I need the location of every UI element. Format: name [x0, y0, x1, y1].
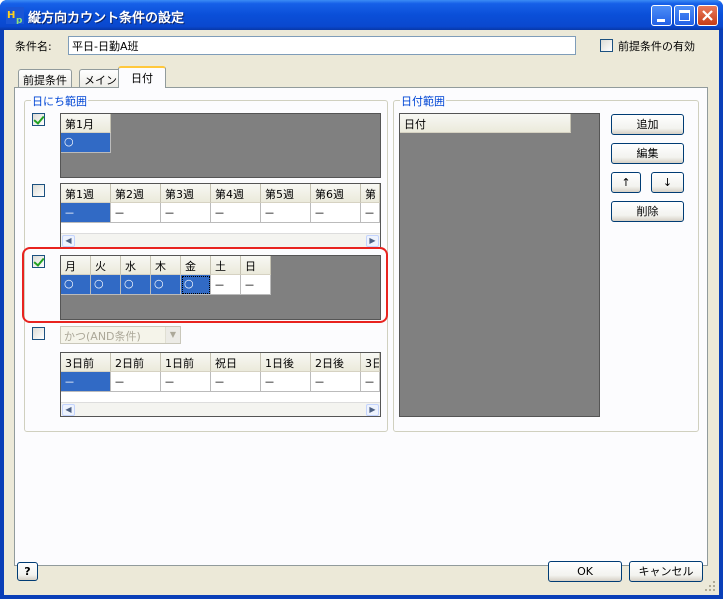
relative-header: 1日前: [161, 353, 211, 372]
week-header: 第2週: [111, 184, 161, 203]
relative-grid-filler: [61, 392, 380, 402]
delete-button[interactable]: 削除: [611, 201, 684, 222]
tab-main[interactable]: メイン: [79, 69, 122, 88]
month-checkbox[interactable]: [32, 113, 45, 126]
relative-cell[interactable]: －: [161, 372, 211, 392]
edit-button[interactable]: 編集: [611, 143, 684, 164]
week-cell[interactable]: －: [111, 203, 161, 223]
week-checkbox[interactable]: [32, 184, 45, 197]
month-cell[interactable]: ○: [61, 133, 111, 153]
week-header: 第6週: [311, 184, 361, 203]
title-bar[interactable]: H p 縦方向カウント条件の設定: [0, 0, 723, 30]
and-or-combo[interactable]: かつ(AND条件) ▼: [60, 326, 181, 344]
ok-button[interactable]: OK: [548, 561, 622, 582]
relative-cell[interactable]: －: [61, 372, 111, 392]
week-cell[interactable]: －: [61, 203, 111, 223]
condition-name-input[interactable]: 平日-日勤A班: [68, 36, 576, 55]
minimize-icon: [657, 19, 665, 22]
tab-date[interactable]: 日付: [118, 66, 166, 88]
dialog-window: H p 縦方向カウント条件の設定 条件名: 平日-日勤A班 前提条件の有効 前提…: [0, 0, 723, 599]
scroll-right-icon[interactable]: ▶: [366, 404, 379, 416]
close-button[interactable]: [697, 5, 718, 26]
relative-grid-scrollbar[interactable]: ◀ ▶: [61, 402, 380, 416]
week-cell[interactable]: －: [261, 203, 311, 223]
svg-text:p: p: [16, 16, 23, 24]
minimize-button[interactable]: [651, 5, 672, 26]
week-grid: 第1週 第2週 第3週 第4週 第5週 第6週 第 － － － － － － － …: [60, 183, 381, 248]
date-list-group-title: 日付範囲: [400, 93, 446, 109]
move-up-button[interactable]: ↑: [611, 172, 641, 193]
date-list[interactable]: 日付: [399, 113, 600, 417]
relative-cell[interactable]: －: [261, 372, 311, 392]
help-button[interactable]: ?: [17, 562, 38, 581]
week-cell[interactable]: －: [161, 203, 211, 223]
relative-header: 3日前: [61, 353, 111, 372]
relative-cell[interactable]: －: [361, 372, 380, 392]
scroll-right-icon[interactable]: ▶: [366, 235, 379, 247]
tab-panel-date: 日にち範囲 第1月 ○ 第1週 第2週 第3週 第4週 第5週 第6週 第 － …: [14, 87, 708, 566]
prereq-enabled-checkbox[interactable]: [600, 39, 613, 52]
month-header: 第1月: [61, 114, 111, 133]
app-icon: H p: [6, 7, 24, 24]
resize-grip-icon[interactable]: [705, 581, 717, 593]
relative-cell[interactable]: －: [311, 372, 361, 392]
week-grid-scrollbar[interactable]: ◀ ▶: [61, 233, 380, 247]
maximize-button[interactable]: [674, 5, 695, 26]
add-button[interactable]: 追加: [611, 114, 684, 135]
week-header: 第: [361, 184, 380, 203]
window-title: 縦方向カウント条件の設定: [28, 11, 185, 26]
tab-prerequisite[interactable]: 前提条件: [18, 69, 72, 88]
highlight-annotation: [22, 247, 388, 323]
relative-grid: 3日前 2日前 1日前 祝日 1日後 2日後 3日 － － － － － － － …: [60, 352, 381, 417]
chevron-down-icon[interactable]: ▼: [165, 327, 180, 343]
relative-header: 1日後: [261, 353, 311, 372]
week-header: 第5週: [261, 184, 311, 203]
month-grid: 第1月 ○: [60, 113, 381, 178]
maximize-icon: [679, 10, 690, 21]
scroll-left-icon[interactable]: ◀: [62, 235, 75, 247]
week-header: 第4週: [211, 184, 261, 203]
relative-cell[interactable]: －: [111, 372, 161, 392]
week-cell[interactable]: －: [361, 203, 380, 223]
prereq-enabled-label: 前提条件の有効: [618, 40, 695, 53]
cancel-button[interactable]: キャンセル: [629, 561, 703, 582]
close-icon: [702, 10, 713, 21]
week-grid-filler: [61, 223, 380, 233]
date-range-group-title: 日にち範囲: [31, 93, 88, 109]
move-down-button[interactable]: ↓: [651, 172, 684, 193]
scroll-left-icon[interactable]: ◀: [62, 404, 75, 416]
week-header: 第1週: [61, 184, 111, 203]
relative-header: 2日後: [311, 353, 361, 372]
and-or-combo-value: かつ(AND条件): [64, 330, 141, 343]
date-list-header: 日付: [400, 114, 571, 133]
relative-header: 3日: [361, 353, 380, 372]
relative-checkbox[interactable]: [32, 327, 45, 340]
week-cell[interactable]: －: [311, 203, 361, 223]
week-header: 第3週: [161, 184, 211, 203]
relative-header: 2日前: [111, 353, 161, 372]
svg-text:H: H: [7, 10, 15, 21]
condition-name-label: 条件名:: [15, 40, 52, 53]
week-cell[interactable]: －: [211, 203, 261, 223]
relative-header: 祝日: [211, 353, 261, 372]
relative-cell[interactable]: －: [211, 372, 261, 392]
